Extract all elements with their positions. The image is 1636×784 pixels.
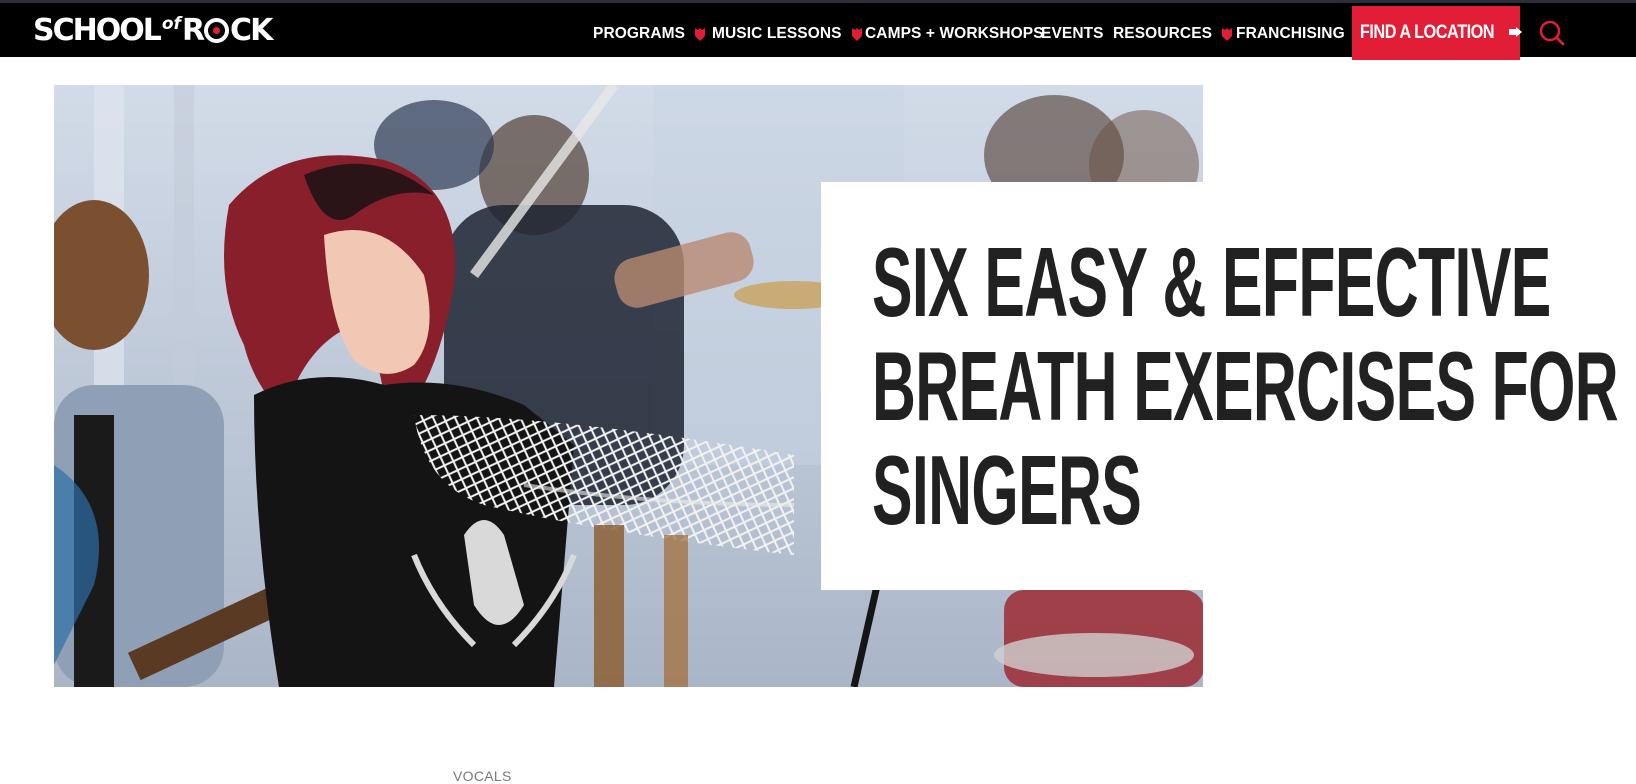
nav-item-resources[interactable]: RESOURCES bbox=[1113, 23, 1233, 45]
shield-dropdown-icon bbox=[851, 27, 862, 41]
nav-item-programs[interactable]: PROGRAMS bbox=[593, 23, 706, 45]
nav-item-franchising[interactable]: FRANCHISING bbox=[1236, 23, 1345, 45]
search-icon[interactable] bbox=[1538, 19, 1566, 47]
logo-text-ck: CK bbox=[230, 12, 273, 48]
nav-item-label: MUSIC LESSONS bbox=[712, 25, 842, 42]
logo-ring-icon bbox=[204, 17, 230, 43]
arrow-right-icon bbox=[1509, 24, 1523, 42]
article-title-line: BREATH EXERCISES FOR bbox=[872, 331, 1619, 441]
logo-text-r: R bbox=[181, 12, 205, 48]
nav-item-events[interactable]: EVENTS bbox=[1041, 23, 1104, 45]
article-title-line: SIX EASY & EFFECTIVE bbox=[872, 227, 1551, 337]
nav-item-music-lessons[interactable]: MUSIC LESSONS bbox=[712, 23, 862, 45]
nav-item-label: PROGRAMS bbox=[593, 25, 686, 42]
logo-text-rock: R CK bbox=[181, 12, 273, 48]
nav-item-label: FRANCHISING bbox=[1236, 25, 1345, 42]
logo-text-school: SCHOOL bbox=[33, 12, 162, 48]
article-title-line: SINGERS bbox=[872, 435, 1142, 545]
find-a-location-button[interactable]: FIND A LOCATION bbox=[1352, 6, 1523, 60]
logo-text-of: of bbox=[161, 14, 181, 34]
top-navigation-bar: SCHOOL of R CK PROGRAMS MUSIC LESSONS CA… bbox=[0, 0, 1636, 60]
shield-dropdown-icon bbox=[695, 27, 706, 41]
article-category-tag[interactable]: VOCALS bbox=[453, 768, 512, 784]
nav-item-camps-workshops[interactable]: CAMPS + WORKSHOPS bbox=[865, 23, 1044, 45]
school-of-rock-logo[interactable]: SCHOOL of R CK bbox=[33, 11, 273, 49]
nav-item-label: CAMPS + WORKSHOPS bbox=[865, 25, 1044, 42]
article-title: SIX EASY & EFFECTIVE BREATH EXERCISES FO… bbox=[872, 227, 1619, 545]
find-a-location-label: FIND A LOCATION bbox=[1359, 22, 1495, 43]
shield-dropdown-icon bbox=[1222, 27, 1233, 41]
nav-item-label: RESOURCES bbox=[1113, 25, 1213, 42]
nav-item-label: EVENTS bbox=[1041, 25, 1104, 42]
